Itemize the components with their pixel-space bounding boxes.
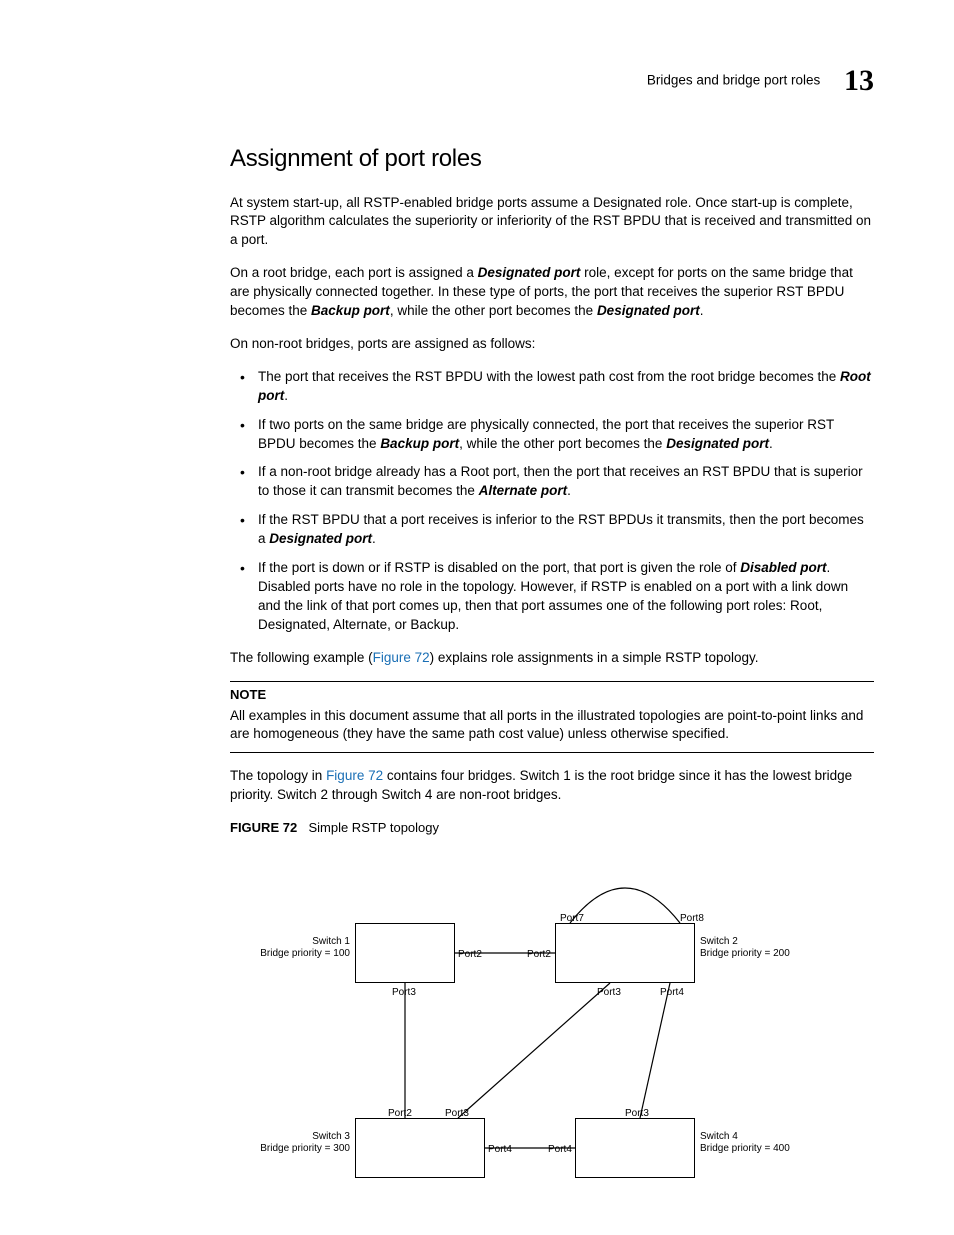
section-title: Assignment of port roles — [230, 142, 874, 176]
text: Switch 1 — [312, 936, 350, 947]
text: Bridge priority = 300 — [260, 1143, 350, 1154]
text: ) explains role assignments in a simple … — [430, 650, 759, 665]
figure-heading: FIGURE 72 Simple RSTP topology — [230, 819, 874, 838]
text: . — [284, 388, 288, 403]
text: If the port is down or if RSTP is disabl… — [258, 560, 740, 575]
header-section-title: Bridges and bridge port roles — [647, 73, 820, 88]
text: Switch 4 — [700, 1131, 738, 1142]
port-label: Port3 — [625, 1107, 649, 1121]
port-label: Port3 — [597, 986, 621, 1000]
list-item: If two ports on the same bridge are phys… — [230, 416, 874, 454]
port-label: Port7 — [560, 912, 584, 926]
paragraph-example-ref: The following example (Figure 72) explai… — [230, 649, 874, 668]
paragraph-topology: The topology in Figure 72 contains four … — [230, 767, 874, 805]
text: . — [372, 531, 376, 546]
switch-1-label: Switch 1 Bridge priority = 100 — [250, 936, 350, 960]
text: . — [700, 303, 704, 318]
paragraph-intro: At system start-up, all RSTP-enabled bri… — [230, 194, 874, 251]
list-item: The port that receives the RST BPDU with… — [230, 368, 874, 406]
role-disabled-port: Disabled port — [740, 560, 826, 575]
text: The following example ( — [230, 650, 373, 665]
chapter-number: 13 — [844, 60, 874, 102]
port-label: Port2 — [388, 1107, 412, 1121]
note-label: NOTE — [230, 686, 874, 704]
list-item: If the RST BPDU that a port receives is … — [230, 511, 874, 549]
port-label: Port4 — [488, 1143, 512, 1157]
port-label: Port2 — [458, 948, 482, 962]
text: The topology in — [230, 768, 326, 783]
text: The port that receives the RST BPDU with… — [258, 369, 840, 384]
role-designated-port: Designated port — [597, 303, 700, 318]
diagram-switch-3 — [355, 1118, 485, 1178]
text: On a root bridge, each port is assigned … — [230, 265, 478, 280]
page-header: Bridges and bridge port roles 13 — [230, 60, 874, 102]
switch-2-label: Switch 2 Bridge priority = 200 — [700, 936, 790, 960]
note-divider-top — [230, 681, 874, 682]
text: Bridge priority = 100 — [260, 948, 350, 959]
role-backup-port: Backup port — [380, 436, 459, 451]
diagram-switch-2 — [555, 923, 695, 983]
note-divider-bottom — [230, 752, 874, 753]
paragraph-root-bridge: On a root bridge, each port is assigned … — [230, 264, 874, 321]
role-backup-port: Backup port — [311, 303, 390, 318]
note-text: All examples in this document assume tha… — [230, 707, 874, 745]
diagram-switch-4 — [575, 1118, 695, 1178]
switch-4-label: Switch 4 Bridge priority = 400 — [700, 1131, 790, 1155]
role-designated-port: Designated port — [478, 265, 581, 280]
text: Bridge priority = 200 — [700, 948, 790, 959]
role-designated-port: Designated port — [666, 436, 769, 451]
text: Bridge priority = 400 — [700, 1143, 790, 1154]
topology-diagram: Switch 1 Bridge priority = 100 Switch 2 … — [260, 858, 820, 1188]
role-designated-port: Designated port — [269, 531, 372, 546]
port-label: Port3 — [392, 986, 416, 1000]
list-item: If the port is down or if RSTP is disabl… — [230, 559, 874, 635]
document-page: Bridges and bridge port roles 13 Assignm… — [0, 0, 954, 1235]
port-label: Port4 — [660, 986, 684, 1000]
text: Switch 3 — [312, 1131, 350, 1142]
port-label: Port3 — [445, 1107, 469, 1121]
switch-3-label: Switch 3 Bridge priority = 300 — [250, 1131, 350, 1155]
bullet-list: The port that receives the RST BPDU with… — [230, 368, 874, 635]
text: . — [567, 483, 571, 498]
figure-link[interactable]: Figure 72 — [373, 650, 430, 665]
figure-label: FIGURE 72 — [230, 820, 297, 835]
text: , while the other port becomes the — [459, 436, 666, 451]
role-alternate-port: Alternate port — [479, 483, 568, 498]
list-item: If a non-root bridge already has a Root … — [230, 463, 874, 501]
diagram-switch-1 — [355, 923, 455, 983]
text: , while the other port becomes the — [390, 303, 597, 318]
port-label: Port2 — [527, 948, 551, 962]
paragraph-nonroot-intro: On non-root bridges, ports are assigned … — [230, 335, 874, 354]
text: Switch 2 — [700, 936, 738, 947]
figure-caption: Simple RSTP topology — [308, 820, 439, 835]
figure-link[interactable]: Figure 72 — [326, 768, 383, 783]
port-label: Port4 — [548, 1143, 572, 1157]
text: . — [769, 436, 773, 451]
port-label: Port8 — [680, 912, 704, 926]
